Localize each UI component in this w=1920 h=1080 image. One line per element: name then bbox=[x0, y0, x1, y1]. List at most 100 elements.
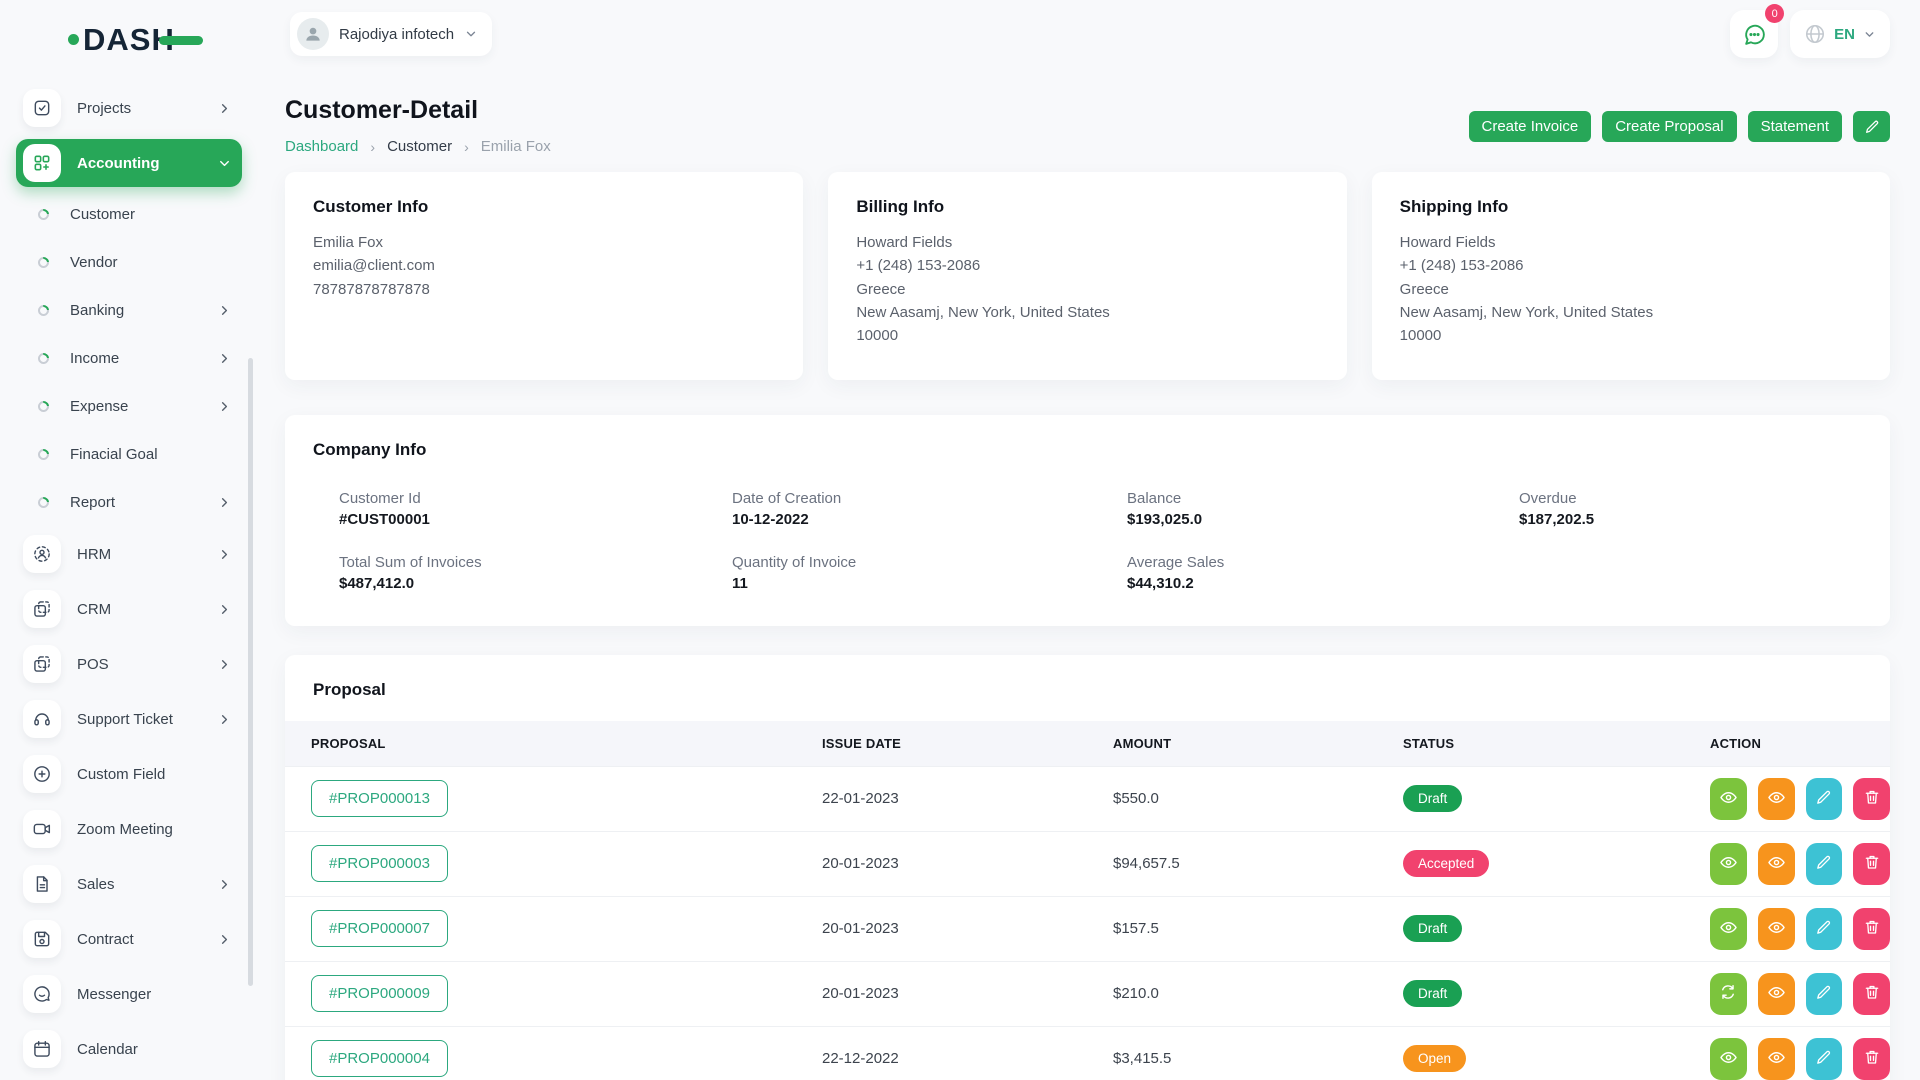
sidebar-item-contract[interactable]: Contract bbox=[16, 915, 242, 963]
sidebar-item-pos[interactable]: POS bbox=[16, 640, 242, 688]
accounting-icon bbox=[23, 144, 61, 182]
create-proposal-button[interactable]: Create Proposal bbox=[1602, 111, 1736, 142]
chevron-right-icon bbox=[217, 495, 232, 510]
sidebar-item-income[interactable]: Income bbox=[16, 338, 242, 378]
sidebar-item-banking[interactable]: Banking bbox=[16, 290, 242, 330]
trash-icon bbox=[1863, 918, 1881, 939]
sidebar-item-support-ticket[interactable]: Support Ticket bbox=[16, 695, 242, 743]
edit-button[interactable] bbox=[1806, 908, 1843, 950]
view-button[interactable] bbox=[1710, 1038, 1747, 1080]
sidebar-item-label: Accounting bbox=[77, 155, 217, 172]
delete-button[interactable] bbox=[1853, 908, 1890, 950]
chevron-right-icon: › bbox=[370, 139, 375, 155]
sidebar-item-vendor[interactable]: Vendor bbox=[16, 242, 242, 282]
app-canvas: DASH Rajodiya infotech 0 EN Projects Acco… bbox=[0, 0, 1920, 1080]
view-button[interactable] bbox=[1758, 778, 1795, 820]
column-header-amount: AMOUNT bbox=[1113, 721, 1403, 766]
proposal-id-link[interactable]: #PROP000013 bbox=[311, 780, 448, 817]
language-selector[interactable]: EN bbox=[1790, 10, 1890, 58]
eye-icon bbox=[1767, 788, 1786, 810]
notification-badge: 0 bbox=[1765, 4, 1784, 23]
sidebar-item-report[interactable]: Report bbox=[16, 482, 242, 522]
brand-logo[interactable]: DASH bbox=[68, 22, 203, 56]
create-invoice-button[interactable]: Create Invoice bbox=[1469, 111, 1592, 142]
sidebar-item-messenger[interactable]: Messenger bbox=[16, 970, 242, 1018]
sidebar-item-hrm[interactable]: HRM bbox=[16, 530, 242, 578]
field-label: Average Sales bbox=[1127, 554, 1519, 571]
issue-date-cell: 22-12-2022 bbox=[822, 1026, 1113, 1080]
table-row: #PROP00000920-01-2023$210.0Draft bbox=[285, 961, 1890, 1026]
submenu-bullet-icon bbox=[36, 494, 51, 509]
view-button[interactable] bbox=[1758, 843, 1795, 885]
chevron-right-icon bbox=[217, 602, 232, 617]
breadcrumb-customer[interactable]: Customer bbox=[387, 138, 452, 155]
info-line: +1 (248) 153-2086 bbox=[1400, 254, 1862, 277]
edit-customer-button[interactable] bbox=[1853, 111, 1890, 142]
field-value: $193,025.0 bbox=[1127, 511, 1519, 528]
sidebar-item-label: CRM bbox=[77, 601, 217, 618]
sidebar-item-label: Vendor bbox=[70, 254, 232, 271]
pos-icon bbox=[23, 645, 61, 683]
sidebar-item-sales[interactable]: Sales bbox=[16, 860, 242, 908]
page-actions: Create Invoice Create Proposal Statement bbox=[1469, 111, 1891, 142]
avatar bbox=[297, 18, 329, 50]
edit-button[interactable] bbox=[1806, 1038, 1843, 1080]
amount-cell: $210.0 bbox=[1113, 961, 1403, 1026]
contract-icon bbox=[23, 920, 61, 958]
sidebar-item-custom-field[interactable]: Custom Field bbox=[16, 750, 242, 798]
proposal-id-link[interactable]: #PROP000003 bbox=[311, 845, 448, 882]
sidebar-item-label: Finacial Goal bbox=[70, 446, 232, 463]
sidebar-item-expense[interactable]: Expense bbox=[16, 386, 242, 426]
field-value: $44,310.2 bbox=[1127, 575, 1519, 592]
sidebar-scrollbar[interactable] bbox=[248, 358, 253, 986]
view-button[interactable] bbox=[1710, 843, 1747, 885]
submenu-bullet-icon bbox=[36, 254, 51, 269]
messages-button[interactable]: 0 bbox=[1730, 10, 1778, 58]
info-line: 10000 bbox=[856, 324, 1318, 347]
sidebar-item-crm[interactable]: CRM bbox=[16, 585, 242, 633]
view-button[interactable] bbox=[1710, 908, 1747, 950]
view-button[interactable] bbox=[1710, 778, 1747, 820]
info-line: Greece bbox=[1400, 278, 1862, 301]
proposal-id-link[interactable]: #PROP000007 bbox=[311, 910, 448, 947]
sidebar-item-accounting[interactable]: Accounting bbox=[16, 139, 242, 187]
view-button[interactable] bbox=[1758, 908, 1795, 950]
sidebar-item-calendar[interactable]: Calendar bbox=[16, 1025, 242, 1073]
info-line: +1 (248) 153-2086 bbox=[856, 254, 1318, 277]
sidebar-item-label: Customer bbox=[70, 206, 232, 223]
workspace-switcher[interactable]: Rajodiya infotech bbox=[290, 12, 492, 56]
billing-info-card: Billing InfoHoward Fields+1 (248) 153-20… bbox=[828, 172, 1346, 380]
breadcrumb-dashboard[interactable]: Dashboard bbox=[285, 138, 358, 155]
field-value: $187,202.5 bbox=[1519, 511, 1862, 528]
view-button[interactable] bbox=[1758, 1038, 1795, 1080]
table-row: #PROP00000422-12-2022$3,415.5Open bbox=[285, 1026, 1890, 1080]
edit-button[interactable] bbox=[1806, 843, 1843, 885]
field-label: Balance bbox=[1127, 490, 1519, 507]
view-button[interactable] bbox=[1758, 973, 1795, 1015]
issue-date-cell: 20-01-2023 bbox=[822, 961, 1113, 1026]
edit-button[interactable] bbox=[1806, 973, 1843, 1015]
chevron-down-icon bbox=[217, 156, 232, 171]
sidebar: Projects Accounting Customer Vendor Banking I… bbox=[16, 84, 242, 1080]
company-field-date-of-creation: Date of Creation10-12-2022 bbox=[732, 490, 1127, 528]
field-label: Total Sum of Invoices bbox=[339, 554, 732, 571]
sidebar-item-projects[interactable]: Projects bbox=[16, 84, 242, 132]
convert-button[interactable] bbox=[1710, 973, 1747, 1015]
delete-button[interactable] bbox=[1853, 843, 1890, 885]
edit-button[interactable] bbox=[1806, 778, 1843, 820]
proposal-id-link[interactable]: #PROP000004 bbox=[311, 1040, 448, 1077]
sidebar-item-finacial-goal[interactable]: Finacial Goal bbox=[16, 434, 242, 474]
delete-button[interactable] bbox=[1853, 973, 1890, 1015]
proposal-id-link[interactable]: #PROP000009 bbox=[311, 975, 448, 1012]
breadcrumb-current: Emilia Fox bbox=[481, 138, 551, 155]
customer-info-card: Customer InfoEmilia Foxemilia@client.com… bbox=[285, 172, 803, 380]
statement-button[interactable]: Statement bbox=[1748, 111, 1842, 142]
field-label: Overdue bbox=[1519, 490, 1862, 507]
sidebar-item-zoom-meeting[interactable]: Zoom Meeting bbox=[16, 805, 242, 853]
sidebar-item-customer[interactable]: Customer bbox=[16, 194, 242, 234]
delete-button[interactable] bbox=[1853, 1038, 1890, 1080]
status-badge: Draft bbox=[1403, 785, 1462, 812]
row-actions bbox=[1710, 1038, 1890, 1080]
field-value: 11 bbox=[732, 575, 1127, 592]
delete-button[interactable] bbox=[1853, 778, 1890, 820]
